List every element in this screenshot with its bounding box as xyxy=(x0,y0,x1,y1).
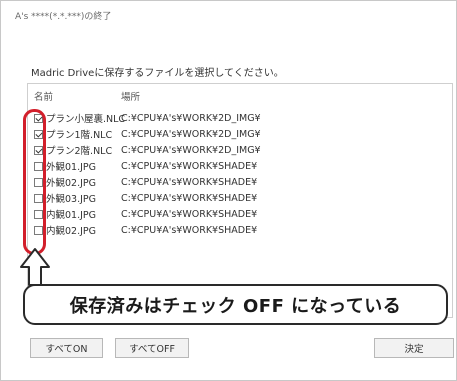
file-name: プラン小屋裏.NLC xyxy=(46,114,126,125)
dialog-window: A's ****(*.*.***)の終了 Madric Driveに保存するファ… xyxy=(0,0,457,381)
file-row[interactable]: 外観01.JPG C:¥CPU¥A's¥WORK¥SHADE¥ xyxy=(34,158,434,174)
file-checkbox[interactable] xyxy=(34,177,43,187)
file-location: C:¥CPU¥A's¥WORK¥2D_IMG¥ xyxy=(121,128,261,140)
window-title: A's ****(*.*.***)の終了 xyxy=(15,12,112,22)
file-location: C:¥CPU¥A's¥WORK¥SHADE¥ xyxy=(121,224,258,236)
file-row[interactable]: プラン2階.NLC C:¥CPU¥A's¥WORK¥2D_IMG¥ xyxy=(34,142,434,158)
file-list: プラン小屋裏.NLC C:¥CPU¥A's¥WORK¥2D_IMG¥ プラン1階.N… xyxy=(34,110,434,238)
file-location: C:¥CPU¥A's¥WORK¥2D_IMG¥ xyxy=(121,144,261,156)
file-name: 外観03.JPG xyxy=(46,194,97,205)
column-header-location[interactable]: 場所 xyxy=(121,89,140,103)
file-checkbox[interactable] xyxy=(34,161,43,171)
file-checkbox[interactable] xyxy=(34,129,43,139)
file-row[interactable]: 内観01.JPG C:¥CPU¥A's¥WORK¥SHADE¥ xyxy=(34,206,434,222)
file-checkbox[interactable] xyxy=(34,225,43,235)
file-checkbox[interactable] xyxy=(34,209,43,219)
up-arrow-icon xyxy=(20,248,50,286)
file-list-panel: 名前 場所 プラン小屋裏.NLC C:¥CPU¥A's¥WORK¥2D_IMG¥ プ… xyxy=(27,83,453,318)
file-row[interactable]: 外観02.JPG C:¥CPU¥A's¥WORK¥SHADE¥ xyxy=(34,174,434,190)
file-location: C:¥CPU¥A's¥WORK¥2D_IMG¥ xyxy=(121,112,261,124)
file-row[interactable]: 内観02.JPG C:¥CPU¥A's¥WORK¥SHADE¥ xyxy=(34,222,434,238)
callout-note: 保存済みはチェック OFF になっている xyxy=(23,284,448,325)
file-name: プラン1階.NLC xyxy=(46,130,113,141)
select-all-off-button[interactable]: すべてOFF xyxy=(115,338,189,358)
file-checkbox[interactable] xyxy=(34,193,43,203)
file-name: 内観01.JPG xyxy=(46,210,97,221)
file-checkbox[interactable] xyxy=(34,145,43,155)
file-name: 内観02.JPG xyxy=(46,226,97,237)
column-header-name[interactable]: 名前 xyxy=(34,89,53,103)
title-bar: A's ****(*.*.***)の終了 xyxy=(1,1,456,31)
file-name: プラン2階.NLC xyxy=(46,146,113,157)
file-row[interactable]: 外観03.JPG C:¥CPU¥A's¥WORK¥SHADE¥ xyxy=(34,190,434,206)
file-row[interactable]: プラン1階.NLC C:¥CPU¥A's¥WORK¥2D_IMG¥ xyxy=(34,126,434,142)
file-location: C:¥CPU¥A's¥WORK¥SHADE¥ xyxy=(121,208,258,220)
file-location: C:¥CPU¥A's¥WORK¥SHADE¥ xyxy=(121,192,258,204)
instruction-text: Madric Driveに保存するファイルを選択してください。 xyxy=(31,68,284,79)
file-row[interactable]: プラン小屋裏.NLC C:¥CPU¥A's¥WORK¥2D_IMG¥ xyxy=(34,110,434,126)
ok-button[interactable]: 決定 xyxy=(374,338,454,358)
file-location: C:¥CPU¥A's¥WORK¥SHADE¥ xyxy=(121,176,258,188)
select-all-on-button[interactable]: すべてON xyxy=(30,338,103,358)
file-checkbox[interactable] xyxy=(34,113,43,123)
file-name: 外観02.JPG xyxy=(46,178,97,189)
file-name: 外観01.JPG xyxy=(46,162,97,173)
file-location: C:¥CPU¥A's¥WORK¥SHADE¥ xyxy=(121,160,258,172)
